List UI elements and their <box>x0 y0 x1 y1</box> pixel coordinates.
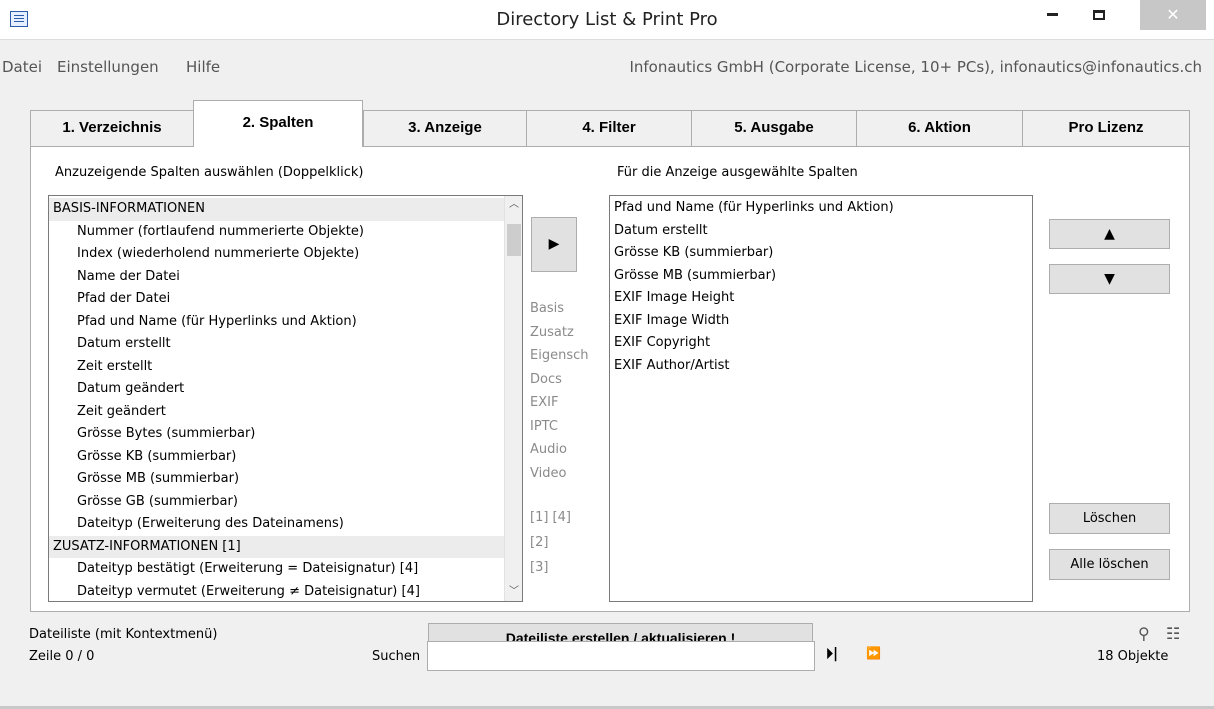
move-up-button[interactable]: ▲ <box>1049 219 1170 249</box>
maximize-icon <box>1092 9 1105 20</box>
maximize-button[interactable] <box>1076 0 1121 30</box>
search-label: Suchen <box>372 649 421 664</box>
category-link[interactable]: Video <box>530 466 566 481</box>
tab-aktion[interactable]: 6. Aktion <box>856 110 1023 146</box>
selected-columns-list[interactable]: Pfad und Name (für Hyperlinks und Aktion… <box>609 195 1033 602</box>
delete-all-button[interactable]: Alle löschen <box>1049 549 1170 580</box>
fast-forward-icon[interactable]: ⏩ <box>866 646 881 660</box>
list-item[interactable]: Datum geändert <box>49 378 504 401</box>
category-link[interactable]: Basis <box>530 301 564 316</box>
category-link[interactable]: Docs <box>530 372 562 387</box>
note-3: [3] <box>530 560 549 575</box>
close-button[interactable]: ✕ <box>1140 0 1206 30</box>
tab-verzeichnis[interactable]: 1. Verzeichnis <box>30 110 194 146</box>
menu-bar: Datei Einstellungen Hilfe Infonautics Gm… <box>0 58 1214 82</box>
tab-bar: 1. Verzeichnis 2. Spalten 3. Anzeige 4. … <box>30 100 1190 147</box>
list-item[interactable]: Pfad der Datei <box>49 288 504 311</box>
tab-pro-lizenz[interactable]: Pro Lizenz <box>1022 110 1190 146</box>
list-item[interactable]: Index (wiederholend nummerierte Objekte) <box>49 243 504 266</box>
list-item[interactable]: Grösse KB (summierbar) <box>49 446 504 469</box>
license-info: Infonautics GmbH (Corporate License, 10+… <box>629 58 1202 76</box>
search-input[interactable] <box>427 641 815 671</box>
selected-list-item[interactable]: Datum erstellt <box>610 220 1032 243</box>
list-item[interactable]: Pfad und Name (für Hyperlinks und Aktion… <box>49 311 504 334</box>
tree-icon[interactable]: ☷ <box>1166 624 1180 643</box>
menu-einstellungen[interactable]: Einstellungen <box>57 58 159 76</box>
move-down-button[interactable]: ▼ <box>1049 264 1170 294</box>
tab-ausgabe[interactable]: 5. Ausgabe <box>691 110 857 146</box>
category-link[interactable]: Zusatz <box>530 325 574 340</box>
title-bar: Directory List & Print Pro ✕ <box>0 0 1214 40</box>
selected-list-item[interactable]: Pfad und Name (für Hyperlinks und Aktion… <box>610 197 1032 220</box>
list-item[interactable]: Dateityp bestätigt (Erweiterung = Dateis… <box>49 558 504 581</box>
category-link[interactable]: EXIF <box>530 395 558 410</box>
list-item[interactable]: Zeit geändert <box>49 401 504 424</box>
tab-filter[interactable]: 4. Filter <box>526 110 692 146</box>
step-forward-icon[interactable]: ⏵| <box>826 646 838 662</box>
list-item[interactable]: Zeit erstellt <box>49 356 504 379</box>
note-1-4: [1] [4] <box>530 510 571 525</box>
object-count: 18 Objekte <box>1097 649 1169 664</box>
available-columns-label: Anzuzeigende Spalten auswählen (Doppelkl… <box>55 165 364 180</box>
menu-datei[interactable]: Datei <box>2 58 42 76</box>
category-link[interactable]: IPTC <box>530 419 558 434</box>
list-item[interactable]: Datum erstellt <box>49 333 504 356</box>
list-item[interactable]: Name der Datei <box>49 266 504 289</box>
selected-list-item[interactable]: EXIF Copyright <box>610 332 1032 355</box>
scroll-down-icon[interactable]: ﹀ <box>505 583 522 601</box>
available-columns-scrollbar[interactable]: ︿ ﹀ <box>504 196 522 601</box>
menu-hilfe[interactable]: Hilfe <box>186 58 220 76</box>
selected-list-item[interactable]: EXIF Author/Artist <box>610 355 1032 378</box>
list-section-header[interactable]: ZUSATZ-INFORMATIONEN [1] <box>49 535 504 558</box>
minimize-button[interactable] <box>1030 0 1075 30</box>
list-item[interactable]: Grösse GB (summierbar) <box>49 491 504 514</box>
category-link[interactable]: Eigensch <box>530 348 588 363</box>
list-item[interactable]: Dateityp (Erweiterung des Dateinamens) <box>49 513 504 536</box>
file-list-label: Dateiliste (mit Kontextmenü) <box>29 627 218 642</box>
filter-icon[interactable]: ⚲ <box>1138 624 1150 643</box>
selected-list-item[interactable]: Grösse MB (summierbar) <box>610 265 1032 288</box>
list-item[interactable]: Nummer (fortlaufend nummerierte Objekte) <box>49 221 504 244</box>
delete-button[interactable]: Löschen <box>1049 503 1170 534</box>
note-2: [2] <box>530 535 549 550</box>
list-item[interactable]: Grösse MB (summierbar) <box>49 468 504 491</box>
line-counter: Zeile 0 / 0 <box>29 649 95 664</box>
tab-anzeige[interactable]: 3. Anzeige <box>363 110 527 146</box>
selected-list-item[interactable]: EXIF Image Height <box>610 287 1032 310</box>
selected-list-item[interactable]: Grösse KB (summierbar) <box>610 242 1032 265</box>
scroll-up-icon[interactable]: ︿ <box>505 196 522 214</box>
category-link[interactable]: Audio <box>530 442 567 457</box>
list-section-header[interactable]: BASIS-INFORMATIONEN <box>49 198 504 221</box>
tab-spalten[interactable]: 2. Spalten <box>193 100 363 147</box>
selected-list-item[interactable]: EXIF Image Width <box>610 310 1032 333</box>
list-item[interactable]: Dateityp vermutet (Erweiterung ≠ Dateisi… <box>49 581 504 602</box>
scroll-thumb[interactable] <box>507 224 521 256</box>
add-column-button[interactable]: ▶ <box>531 217 577 272</box>
selected-columns-label: Für die Anzeige ausgewählte Spalten <box>617 165 858 180</box>
minimize-icon <box>1047 13 1058 16</box>
available-columns-list[interactable]: BASIS-INFORMATIONEN Nummer (fortlaufend n… <box>48 195 523 602</box>
list-item[interactable]: Grösse Bytes (summierbar) <box>49 423 504 446</box>
